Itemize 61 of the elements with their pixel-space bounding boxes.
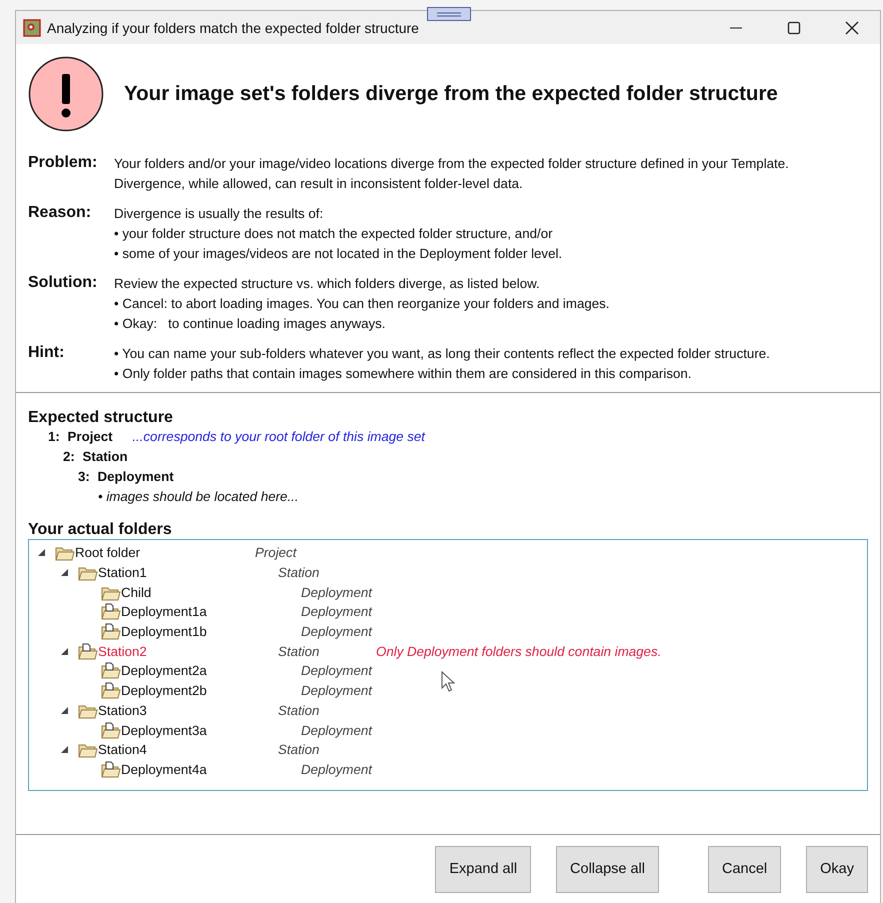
section-label: Reason: [28, 204, 92, 223]
folder-type: Deployment [301, 624, 374, 640]
section-text: • You can name your sub-folders whatever you want, as long their contents reflect the expected folder structure. [114, 345, 770, 363]
folder-name[interactable]: Deployment2b [121, 683, 207, 698]
folder-type: Deployment [301, 663, 374, 678]
section-text: • Only folder paths that contain images somewhere within them are considered in this comparison. [114, 365, 692, 383]
mouse-cursor-icon [441, 671, 457, 693]
dialog-button[interactable]: Collapse all [556, 846, 660, 892]
level-number: 2: [63, 449, 75, 464]
level-name: Project [68, 429, 113, 444]
section-label: Problem: [28, 154, 98, 173]
folder-type: Station [278, 565, 320, 580]
level-name: Deployment [98, 469, 174, 484]
level-name: Station [82, 449, 128, 464]
folder-name[interactable]: Deployment4a [121, 762, 207, 777]
close-icon[interactable] [845, 20, 859, 34]
folder-name[interactable]: Station2 [98, 644, 147, 659]
folder-name[interactable]: Deployment2a [121, 663, 207, 678]
folder-type: Station [278, 644, 320, 659]
section-text: Divergence, while allowed, can result in inconsistent folder-level data. [114, 175, 524, 193]
section-text: • Okay: to continue loading images anyways. [114, 315, 386, 333]
section-label: Solution: [28, 274, 98, 293]
section-text: • some of your images/videos are not located in the Deployment folder level. [114, 245, 562, 263]
folder-name[interactable]: Station4 [98, 742, 147, 758]
app-icon [23, 18, 41, 36]
level-note: ...corresponds to your root folder of this image set [132, 429, 426, 444]
window-title: Analyzing if your folders match the expected folder structure [47, 20, 419, 36]
section-text: • your folder structure does not match the expected folder structure, and/or [114, 225, 554, 243]
folder-name[interactable]: Deployment1b [121, 624, 207, 640]
level-number: 3: [78, 469, 90, 484]
folder-name[interactable]: Deployment1a [121, 604, 207, 620]
folder-name[interactable]: Station3 [98, 702, 147, 718]
folder-type: Deployment [301, 604, 374, 620]
dialog-heading: Your image set's folders diverge from the expected folder structure [124, 82, 778, 106]
folder-name[interactable]: Root folder [75, 545, 140, 560]
section-label: Hint: [28, 344, 66, 363]
maximize-icon[interactable] [787, 20, 801, 34]
section-text: Divergence is usually the results of: [114, 205, 324, 223]
drag-handle-icon[interactable] [427, 7, 471, 21]
dialog-button[interactable]: Okay [806, 846, 868, 892]
folder-type: Station [278, 742, 320, 758]
error-message: Only Deployment folders should contain images. [376, 644, 662, 659]
level-number: 1: [48, 429, 60, 444]
section-text: Review the expected structure vs. which folders diverge, as listed below. [114, 275, 541, 293]
folder-name[interactable]: Station1 [98, 565, 147, 580]
folder-type: Project [255, 545, 298, 560]
folder-type: Deployment [301, 722, 374, 738]
folder-name[interactable]: Deployment3a [121, 722, 207, 738]
warning-icon [28, 56, 104, 132]
section-heading: Your actual folders [28, 521, 173, 539]
folder-name[interactable]: Child [121, 584, 152, 600]
folder-type: Deployment [301, 584, 374, 600]
section-text: • Cancel: to abort loading images. You can then reorganize your folders and images. [114, 295, 610, 313]
dialog-button[interactable]: Expand all [435, 846, 532, 892]
level-hint: • images should be located here... [97, 488, 300, 506]
dialog-button[interactable]: Cancel [708, 846, 782, 892]
folder-type: Deployment [301, 762, 374, 777]
folder-type: Station [278, 702, 320, 718]
section-heading: Expected structure [28, 409, 174, 427]
section-text: Your folders and/or your image/video locations diverge from the expected folder structure defined in your Template. [114, 155, 789, 173]
folder-type: Deployment [301, 683, 374, 698]
